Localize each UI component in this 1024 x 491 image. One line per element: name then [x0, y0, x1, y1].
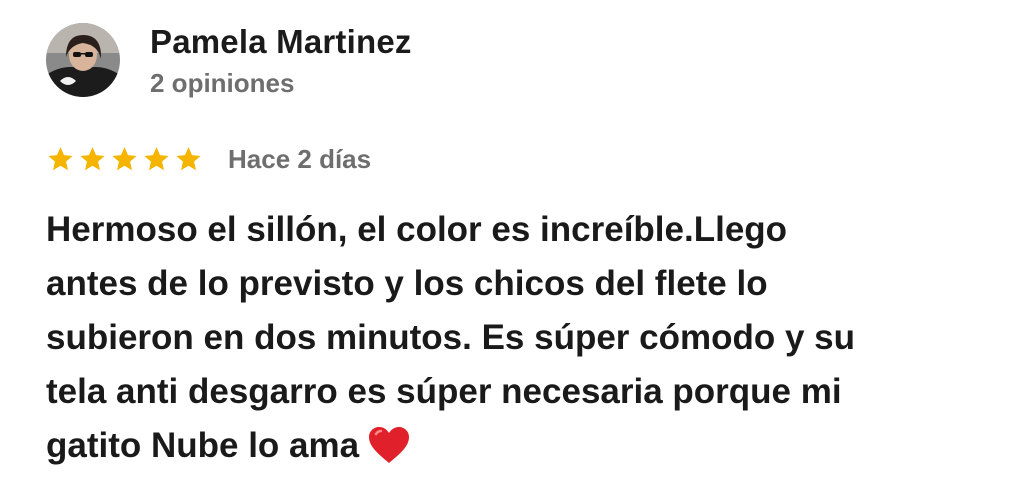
- star-icon: [80, 146, 105, 170]
- profile-photo-icon: [46, 23, 120, 97]
- review-date: Hace 2 días: [228, 144, 372, 174]
- avatar[interactable]: [46, 23, 120, 97]
- review-text-line: gatito Nube lo ama: [46, 426, 360, 465]
- star-icon: [176, 146, 201, 170]
- rating-row: Hace 2 días: [46, 143, 371, 175]
- reviewer-header: Pamela Martinez 2 opiniones: [46, 22, 412, 98]
- review-card: Pamela Martinez 2 opiniones Hace 2 días …: [0, 0, 1024, 491]
- review-count: 2 opiniones: [150, 68, 295, 98]
- star-rating: [46, 145, 206, 174]
- review-text-line: tela anti desgarro es súper necesaria po…: [46, 372, 842, 411]
- review-text-line-last: gatito Nube lo ama: [46, 419, 986, 473]
- reviewer-identity: Pamela Martinez 2 opiniones: [150, 22, 412, 98]
- review-text-line: subieron en dos minutos. Es súper cómodo…: [46, 318, 856, 357]
- heart-icon: [369, 427, 410, 463]
- review-text: Hermoso el sillón, el color es increíble…: [46, 203, 986, 473]
- star-icon: [112, 146, 137, 170]
- review-text-line: antes de lo previsto y los chicos del fl…: [46, 264, 768, 303]
- reviewer-name[interactable]: Pamela Martinez: [150, 22, 412, 62]
- star-icon: [144, 146, 169, 170]
- review-text-line: Hermoso el sillón, el color es increíble…: [46, 210, 788, 249]
- star-icon: [48, 146, 73, 170]
